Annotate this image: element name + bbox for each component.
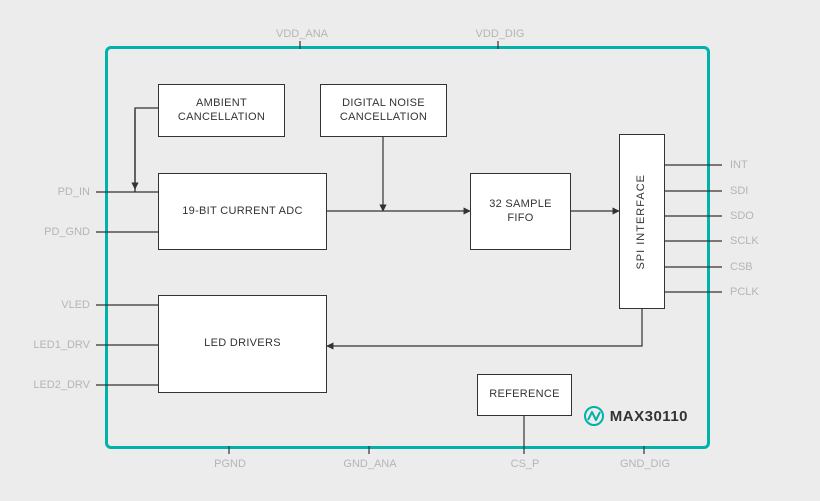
pin-vdd-dig: VDD_DIG [460,28,540,40]
block-reference: REFERENCE [477,374,572,416]
block-ambient-cancellation: AMBIENT CANCELLATION [158,84,285,137]
block-label: LED DRIVERS [204,337,281,351]
pin-pd-in: PD_IN [30,186,90,198]
block-adc: 19-BIT CURRENT ADC [158,173,327,250]
block-label: REFERENCE [489,388,560,402]
pin-pclk: PCLK [730,286,759,298]
pin-vled: VLED [30,299,90,311]
pin-gnd-dig: GND_DIG [605,458,685,470]
part-number: MAX30110 [610,408,688,425]
part-brand: MAX30110 [584,406,688,426]
block-label: 19-BIT CURRENT ADC [182,205,303,219]
block-label: SPI INTERFACE [635,174,649,270]
block-label: AMBIENT CANCELLATION [163,97,280,125]
block-spi-interface: SPI INTERFACE [619,134,665,309]
pin-sdo: SDO [730,210,754,222]
pin-sclk: SCLK [730,235,759,247]
pin-csb: CSB [730,261,753,273]
pin-int: INT [730,159,748,171]
pin-vdd-ana: VDD_ANA [262,28,342,40]
block-digital-noise-cancellation: DIGITAL NOISE CANCELLATION [320,84,447,137]
block-label: DIGITAL NOISE CANCELLATION [325,97,442,125]
pin-led1-drv: LED1_DRV [30,339,90,351]
pin-gnd-ana: GND_ANA [330,458,410,470]
brand-logo-icon [584,406,604,426]
pin-led2-drv: LED2_DRV [30,379,90,391]
block-fifo: 32 SAMPLE FIFO [470,173,571,250]
block-led-drivers: LED DRIVERS [158,295,327,393]
pin-pd-gnd: PD_GND [30,226,90,238]
pin-cs-p: CS_P [500,458,550,470]
pin-sdi: SDI [730,185,748,197]
block-label: 32 SAMPLE FIFO [475,198,566,226]
pin-pgnd: PGND [200,458,260,470]
